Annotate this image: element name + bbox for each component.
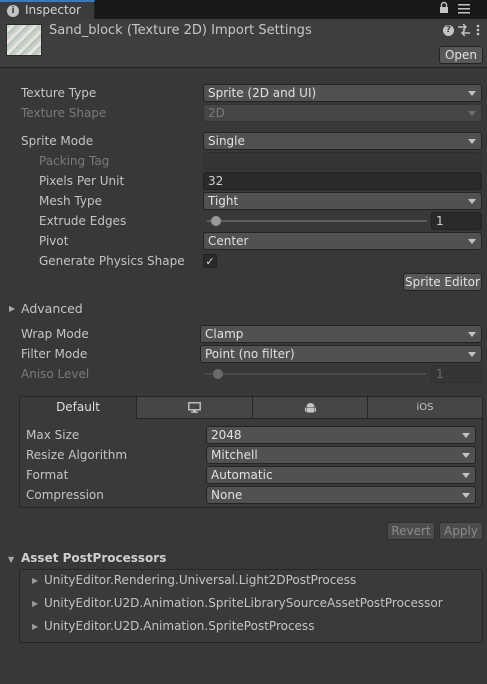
chevron-down-icon [468, 239, 476, 244]
extrude-edges-slider-handle[interactable] [211, 216, 221, 226]
resize-algorithm-label: Resize Algorithm [26, 448, 128, 462]
chevron-down-icon [468, 352, 476, 357]
pivot-dropdown[interactable]: Center [203, 232, 482, 250]
apply-button[interactable]: Apply [439, 522, 483, 540]
aniso-level-slider-track [204, 373, 426, 375]
max-size-label: Max Size [26, 428, 80, 442]
extrude-edges-slider-track[interactable] [207, 220, 427, 222]
tab-inspector[interactable]: i Inspector [0, 0, 95, 19]
chevron-down-icon [462, 453, 470, 458]
packing-tag-field [203, 152, 482, 170]
sprite-mode-value: Single [208, 134, 245, 148]
chevron-down-icon [462, 473, 470, 478]
sprite-editor-button[interactable]: Sprite Editor [403, 273, 482, 291]
pixels-per-unit-field[interactable]: 32 [203, 172, 482, 190]
chevron-down-icon [468, 91, 476, 96]
mesh-type-dropdown[interactable]: Tight [203, 192, 482, 210]
aniso-level-field: 1 [431, 365, 482, 383]
texture-thumbnail [6, 24, 42, 56]
mesh-type-label: Mesh Type [39, 194, 102, 208]
packing-tag-label: Packing Tag [39, 154, 110, 168]
chevron-down-icon [462, 433, 470, 438]
tab-default[interactable]: Default [20, 397, 137, 419]
tab-android[interactable] [253, 397, 368, 419]
generate-physics-shape-label: Generate Physics Shape [39, 254, 185, 268]
chevron-right-icon[interactable]: ▶ [32, 599, 38, 608]
compression-dropdown[interactable]: None [206, 486, 476, 504]
max-size-value: 2048 [211, 428, 242, 442]
tab-ios[interactable]: iOS [368, 397, 482, 419]
texture-shape-dropdown: 2D [203, 104, 482, 122]
texture-type-label: Texture Type [21, 86, 97, 100]
open-button[interactable]: Open [439, 46, 483, 64]
chevron-down-icon [462, 493, 470, 498]
list-item[interactable]: UnityEditor.U2D.Animation.SpritePostProc… [44, 619, 314, 633]
format-value: Automatic [211, 468, 273, 482]
android-icon [304, 403, 316, 417]
lock-icon[interactable] [439, 1, 449, 18]
wrap-mode-value: Clamp [205, 327, 244, 341]
filter-mode-value: Point (no filter) [205, 347, 295, 361]
extrude-edges-label: Extrude Edges [39, 214, 127, 228]
pixels-per-unit-label: Pixels Per Unit [39, 174, 125, 188]
chevron-right-icon[interactable]: ▶ [32, 576, 38, 585]
max-size-dropdown[interactable]: 2048 [206, 426, 476, 444]
resize-algorithm-dropdown[interactable]: Mitchell [206, 446, 476, 464]
compression-label: Compression [26, 488, 104, 502]
tab-default-label: Default [56, 400, 100, 414]
filter-mode-label: Filter Mode [21, 347, 88, 361]
chevron-down-icon [468, 111, 476, 116]
tab-ios-label: iOS [416, 402, 434, 413]
list-item[interactable]: UnityEditor.U2D.Animation.SpriteLibraryS… [44, 596, 443, 610]
wrap-mode-dropdown[interactable]: Clamp [200, 325, 482, 343]
info-icon: i [7, 5, 19, 17]
tab-standalone[interactable] [137, 397, 253, 419]
compression-value: None [211, 488, 243, 502]
texture-type-value: Sprite (2D and UI) [208, 86, 317, 100]
format-label: Format [26, 468, 69, 482]
list-item[interactable]: UnityEditor.Rendering.Universal.Light2DP… [44, 573, 356, 587]
aniso-level-slider-handle [213, 369, 223, 379]
monitor-icon [188, 402, 201, 416]
texture-shape-value: 2D [208, 106, 225, 120]
page-title: Sand_block (Texture 2D) Import Settings [49, 23, 312, 38]
generate-physics-shape-checkbox[interactable]: ✓ [203, 254, 217, 268]
chevron-down-icon [468, 332, 476, 337]
texture-shape-label: Texture Shape [21, 106, 107, 120]
menu-icon[interactable] [458, 3, 470, 18]
revert-button[interactable]: Revert [387, 522, 435, 540]
sprite-mode-label: Sprite Mode [21, 134, 94, 148]
format-dropdown[interactable]: Automatic [206, 466, 476, 484]
chevron-right-icon[interactable]: ▶ [9, 304, 15, 313]
more-icon[interactable] [476, 24, 480, 39]
postprocessors-title[interactable]: Asset PostProcessors [21, 551, 166, 565]
filter-mode-dropdown[interactable]: Point (no filter) [200, 345, 482, 363]
extrude-edges-field[interactable]: 1 [431, 212, 482, 230]
tab-label: Inspector [25, 3, 81, 17]
help-icon[interactable]: ? [443, 25, 454, 36]
chevron-down-icon [468, 139, 476, 144]
chevron-right-icon[interactable]: ▶ [32, 622, 38, 631]
preset-icon[interactable] [458, 23, 470, 39]
aniso-level-label: Aniso Level [21, 367, 90, 381]
sprite-mode-dropdown[interactable]: Single [203, 132, 482, 150]
pivot-label: Pivot [39, 234, 69, 248]
texture-type-dropdown[interactable]: Sprite (2D and UI) [203, 84, 482, 102]
advanced-foldout[interactable]: Advanced [21, 301, 83, 316]
wrap-mode-label: Wrap Mode [21, 327, 89, 341]
chevron-down-icon [468, 199, 476, 204]
mesh-type-value: Tight [208, 194, 239, 208]
pivot-value: Center [208, 234, 249, 248]
resize-algorithm-value: Mitchell [211, 448, 258, 462]
chevron-down-icon[interactable]: ▼ [8, 555, 14, 564]
